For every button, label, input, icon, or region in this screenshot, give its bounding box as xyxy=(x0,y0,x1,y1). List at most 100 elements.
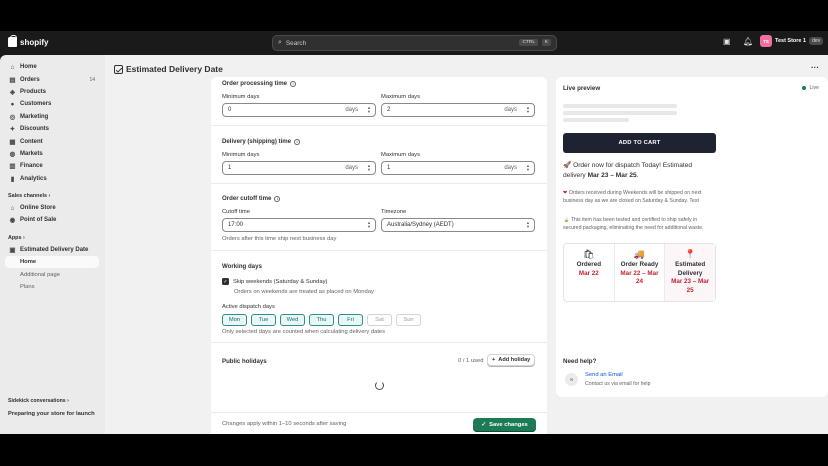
app-icon xyxy=(114,64,123,74)
shopify-logo[interactable]: shopify xyxy=(8,35,49,47)
cutoff-select[interactable]: 17:00 ▲ ▼ xyxy=(222,218,376,232)
divider xyxy=(211,250,547,251)
timeline-step: 🚚 Order Ready Mar 22 – Mar 24 xyxy=(615,244,666,301)
sidebar-item-finance[interactable]: ▥ Finance xyxy=(5,160,100,172)
delivery-max-input[interactable]: 1 days ▲ ▼ xyxy=(381,161,535,175)
live-preview-card: Live preview Live ADD TO CART 🚀 Order no… xyxy=(556,77,828,359)
day-toggle-fri[interactable]: Fri xyxy=(338,314,363,326)
globe-icon: ◍ xyxy=(9,150,16,158)
cutoff-label: Cutoff time xyxy=(222,209,250,215)
apps-header[interactable]: Apps › xyxy=(5,232,100,244)
send-email-link[interactable]: Send an Email xyxy=(585,372,623,378)
pos-icon: ◉ xyxy=(9,217,16,225)
sidebar: ⌂ Home ▤ Orders 14 ◈ Products ● Customers ◎ Market… xyxy=(0,55,105,434)
main-area: Estimated Delivery Date ··· Order proces… xyxy=(105,55,828,434)
live-dot-icon xyxy=(802,86,807,90)
footer-note: Changes apply within 1–10 seconds after … xyxy=(222,421,347,427)
stepper-icon[interactable]: ▲ ▼ xyxy=(526,164,530,172)
day-toggle-sat[interactable]: Sat xyxy=(367,314,392,326)
shopify-bag-icon xyxy=(8,35,17,47)
home-icon: ⌂ xyxy=(10,63,15,71)
launch-guide-link[interactable]: Preparing your store for launch xyxy=(8,411,95,417)
delivery-timeline: 🛍 Ordered Mar 22 🚚 Order Ready Mar 22 – Mar 2… xyxy=(563,243,716,302)
day-toggle-mon[interactable]: Mon xyxy=(222,314,247,326)
stepper-icon[interactable]: ▲ ▼ xyxy=(367,106,371,114)
heart-icon: ❤ xyxy=(563,190,568,196)
bell-icon[interactable]: 🔔︎ xyxy=(743,37,753,46)
sidebar-item-discounts[interactable]: ✦ Discounts xyxy=(5,123,100,135)
truck-icon: 🚚 xyxy=(633,249,646,259)
save-button[interactable]: ✓ Save changes xyxy=(473,418,536,432)
skeleton-line xyxy=(563,104,677,108)
sidebar-item-marketing[interactable]: ◎ Marketing xyxy=(5,111,100,123)
sidebar-item-content[interactable]: ▦ Content xyxy=(5,135,100,147)
delivery-title: Delivery (shipping) time i xyxy=(222,138,301,145)
rocket-icon: 🚀 xyxy=(563,162,572,169)
sidebar-subitem-additional-page[interactable]: Additional page xyxy=(5,268,100,280)
sidebar-item-app[interactable]: ▣ Estimated Delivery Date xyxy=(5,244,100,256)
skeleton-line xyxy=(563,118,629,122)
search-bar[interactable]: ⌕ Search CTRL K xyxy=(272,35,557,51)
timeline-label: Order Ready xyxy=(620,261,659,268)
sidebar-item-analytics[interactable]: ▮ Analytics xyxy=(5,173,100,185)
sidebar-item-markets[interactable]: ◍ Markets xyxy=(5,148,100,160)
processing-min-input[interactable]: 0 days ▲ ▼ xyxy=(222,103,376,117)
stepper-icon[interactable]: ▲ ▼ xyxy=(526,106,530,114)
timezone-label: Timezone xyxy=(381,209,407,215)
processing-max-label: Maximum days xyxy=(381,94,420,100)
sidekick-conversations[interactable]: Sidekick conversations › xyxy=(8,398,69,404)
weekend-note: ❤ Orders received during Weekends will b… xyxy=(563,190,702,204)
timezone-select[interactable]: Australia/Sydney (AEDT) ▲ ▼ xyxy=(381,218,535,232)
day-toggle-tue[interactable]: Tue xyxy=(251,314,276,326)
sidebar-item-home[interactable]: ⌂ Home xyxy=(5,61,100,73)
sidebar-subitem-home[interactable]: Home xyxy=(5,256,99,269)
sidebar-item-products[interactable]: ◈ Products xyxy=(5,86,100,98)
search-icon: ⌕ xyxy=(278,39,282,46)
info-icon[interactable]: i xyxy=(290,80,297,87)
search-placeholder: Search xyxy=(285,39,307,47)
delivery-max-label: Maximum days xyxy=(381,152,420,158)
brand-name: shopify xyxy=(20,37,49,47)
loading-spinner-icon xyxy=(375,381,384,390)
orders-count-badge: 14 xyxy=(89,76,95,83)
chevron-updown-icon: ▲ ▼ xyxy=(526,220,530,229)
delivery-message: 🚀 Order now for dispatch Today! Estimate… xyxy=(563,162,693,179)
day-toggle-thu[interactable]: Thu xyxy=(309,314,334,326)
skip-weekends-help: Orders on weekends are treated as placed… xyxy=(234,289,374,295)
email-icon: ✉ xyxy=(565,373,578,386)
shortcut-ctrl: CTRL xyxy=(519,39,538,46)
sales-channels-header[interactable]: Sales channels › xyxy=(5,190,100,202)
store-switcher[interactable]: TS Test Store 1 dev xyxy=(760,35,824,47)
top-bar: shopify ⌕ Search CTRL K ▣ 🔔︎ TS Test Sto… xyxy=(0,31,828,55)
divider xyxy=(211,183,547,184)
sidebar-item-customers[interactable]: ● Customers xyxy=(5,98,100,110)
location-pin-icon: 📍 xyxy=(684,249,696,259)
timeline-label: Ordered xyxy=(576,261,602,268)
sidebar-subitem-plans[interactable]: Plans xyxy=(5,281,100,293)
checkmark-icon: ✓ xyxy=(481,422,487,428)
day-toggle-wed[interactable]: Wed xyxy=(280,314,305,326)
more-actions-icon[interactable]: ··· xyxy=(811,63,819,72)
timeline-step: 🛍 Ordered Mar 22 xyxy=(564,244,615,301)
day-toggle-sun[interactable]: Sun xyxy=(396,314,421,326)
stepper-icon[interactable]: ▲ ▼ xyxy=(367,164,371,172)
help-sub: Contact us via email for help xyxy=(585,381,651,387)
info-icon[interactable]: i xyxy=(294,138,301,145)
sidebar-item-online-store[interactable]: ⌂ Online Store xyxy=(5,202,100,214)
dispatch-days: Mon Tue Wed Thu Fri Sat Sun xyxy=(222,314,421,326)
skeleton-line xyxy=(563,111,677,115)
store-icon[interactable]: ▣ xyxy=(723,37,731,46)
cutoff-help: Orders after this time ship next busines… xyxy=(222,236,337,242)
info-icon[interactable]: i xyxy=(274,195,281,202)
add-holiday-button[interactable]: + Add holiday xyxy=(487,354,536,366)
delivery-min-input[interactable]: 1 days ▲ ▼ xyxy=(222,161,376,175)
preview-title: Live preview xyxy=(563,85,601,92)
sidebar-item-orders[interactable]: ▤ Orders 14 xyxy=(5,73,100,85)
skip-weekends-checkbox[interactable]: ✓ Skip weekends (Saturday & Sunday) xyxy=(222,278,327,285)
processing-max-input[interactable]: 2 days ▲ ▼ xyxy=(381,103,535,117)
sidebar-item-point-of-sale[interactable]: ◉ Point of Sale xyxy=(5,214,100,226)
live-status: Live xyxy=(802,85,819,91)
delivery-min-label: Minimum days xyxy=(222,152,260,158)
add-to-cart-button[interactable]: ADD TO CART xyxy=(563,133,716,153)
content-icon: ▦ xyxy=(9,138,16,146)
